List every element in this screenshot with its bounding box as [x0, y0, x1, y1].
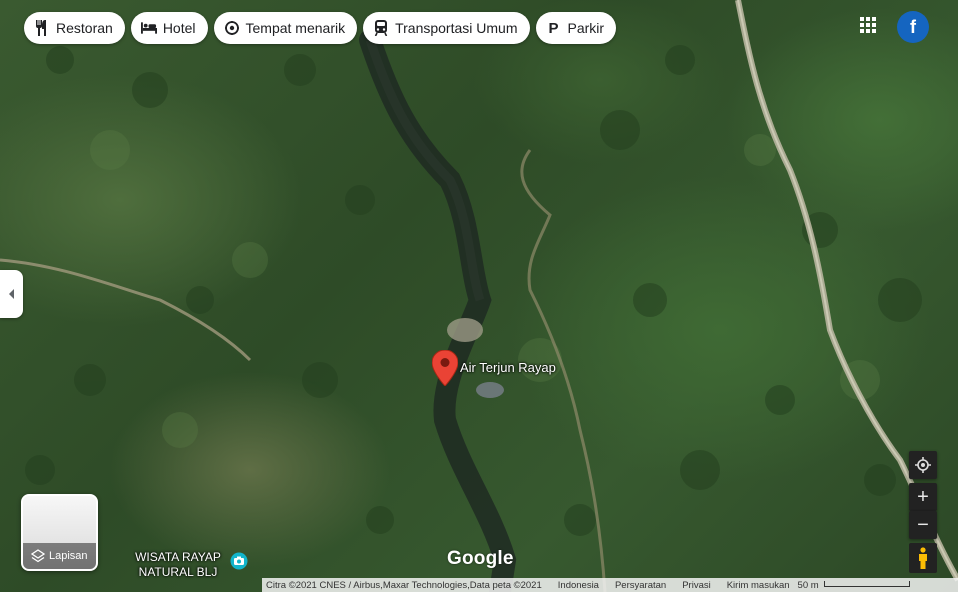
location-pin-icon	[431, 349, 459, 387]
scale-label: 50 m	[797, 579, 819, 591]
chevron-left-icon	[9, 289, 14, 299]
attraction-icon	[224, 20, 240, 36]
transit-icon	[373, 20, 389, 36]
satellite-map[interactable]	[0, 0, 958, 592]
collapse-side-panel-button[interactable]	[0, 270, 23, 318]
parking-icon: P	[548, 19, 559, 37]
hotel-icon	[140, 20, 157, 36]
chip-label: Parkir	[567, 20, 605, 36]
layers-button[interactable]: Lapisan	[21, 494, 98, 571]
layers-label: Lapisan	[49, 550, 88, 562]
scale-bar	[823, 581, 910, 587]
chip-parking[interactable]: P Parkir	[535, 12, 617, 44]
attribution-text: Citra ©2021 CNES / Airbus,Maxar Technolo…	[266, 579, 542, 591]
chip-label: Restoran	[56, 20, 113, 36]
feedback-link[interactable]: Kirim masukan	[727, 580, 790, 591]
poi-label-line2: NATURAL BLJ	[138, 565, 218, 579]
layers-icon	[31, 549, 45, 563]
zoom-in-button[interactable]: +	[909, 483, 937, 511]
my-location-button[interactable]	[909, 451, 937, 479]
google-logo: Google	[447, 548, 514, 569]
scale-control[interactable]: 50 m	[794, 580, 910, 591]
chip-label: Tempat menarik	[245, 20, 346, 36]
place-name-label[interactable]: Air Terjun Rayap	[460, 360, 556, 375]
poi-label-line1: WISATA RAYAP	[135, 550, 221, 564]
chip-label: Hotel	[162, 20, 196, 36]
chip-attractions[interactable]: Tempat menarik	[213, 12, 358, 44]
zoom-out-button[interactable]: −	[909, 511, 937, 539]
terms-link[interactable]: Persyaratan	[615, 580, 666, 591]
restaurant-icon	[34, 20, 50, 36]
chip-restaurant[interactable]: Restoran	[24, 12, 125, 44]
camera-icon[interactable]	[230, 552, 248, 570]
apps-grid-icon[interactable]	[855, 12, 881, 38]
account-avatar[interactable]: f	[897, 11, 929, 43]
category-chips: Restoran Hotel Tempat menarik Transporta…	[24, 12, 617, 44]
chip-transit[interactable]: Transportasi Umum	[363, 12, 530, 44]
layers-bar: Lapisan	[23, 543, 96, 569]
pegman-street-view-icon[interactable]	[909, 543, 937, 573]
country-link[interactable]: Indonesia	[558, 580, 599, 591]
map-features	[0, 0, 958, 592]
place-marker[interactable]	[431, 349, 459, 387]
crosshair-icon	[915, 457, 931, 473]
map-footer: Citra ©2021 CNES / Airbus,Maxar Technolo…	[262, 578, 958, 592]
chip-hotel[interactable]: Hotel	[130, 12, 208, 44]
privacy-link[interactable]: Privasi	[682, 580, 711, 591]
poi-label[interactable]: WISATA RAYAP NATURAL BLJ	[118, 550, 238, 580]
chip-label: Transportasi Umum	[395, 20, 518, 36]
